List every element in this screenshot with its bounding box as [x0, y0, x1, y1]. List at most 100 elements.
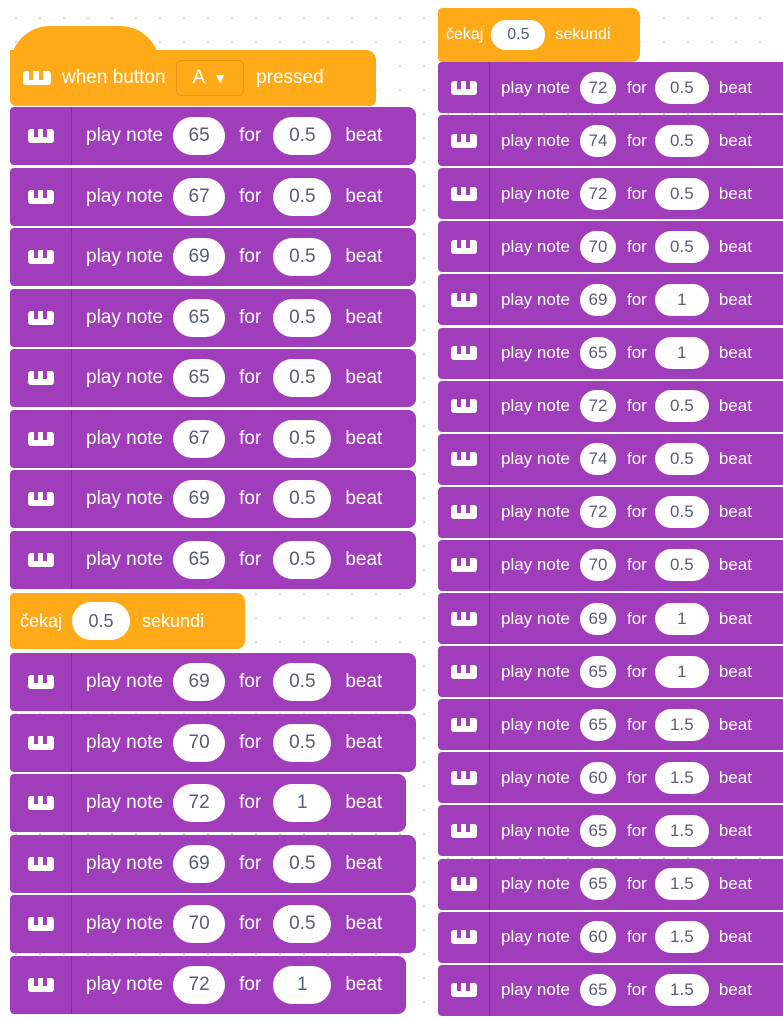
note-input[interactable]: 65	[173, 540, 226, 579]
play-note-block[interactable]: play note 65 for 0.5 beat	[10, 107, 416, 165]
play-note-block[interactable]: play note 72 for 0.5 beat	[438, 168, 783, 220]
note-input[interactable]: 74	[580, 124, 616, 157]
wait-block[interactable]: čekaj 0.5 sekundi	[438, 8, 640, 62]
beats-input[interactable]: 1	[654, 337, 709, 369]
beats-input[interactable]: 0.5	[654, 177, 709, 210]
note-input[interactable]: 69	[580, 602, 616, 635]
play-note-block[interactable]: play note 65 for 1.5 beat	[438, 858, 783, 910]
note-input[interactable]: 72	[580, 177, 616, 210]
play-note-block[interactable]: play note 69 for 0.5 beat	[10, 470, 416, 528]
beats-input[interactable]: 0.5	[273, 419, 332, 458]
note-input[interactable]: 65	[173, 359, 226, 397]
play-note-block[interactable]: play note 69 for 1 beat	[438, 593, 783, 644]
wait-seconds-input[interactable]: 0.5	[72, 602, 131, 640]
beats-input[interactable]: 0.5	[654, 124, 709, 157]
play-note-block[interactable]: play note 70 for 0.5 beat	[10, 895, 416, 953]
beats-input[interactable]: 1.5	[654, 868, 709, 900]
note-input[interactable]: 65	[580, 655, 616, 688]
note-input[interactable]: 60	[580, 761, 616, 794]
beats-input[interactable]: 1.5	[654, 974, 709, 1007]
play-note-block[interactable]: play note 72 for 0.5 beat	[438, 486, 783, 538]
note-input[interactable]: 67	[173, 177, 226, 216]
note-input[interactable]: 69	[173, 844, 226, 883]
beats-input[interactable]: 0.5	[273, 238, 332, 276]
note-input[interactable]: 70	[580, 230, 616, 263]
note-input[interactable]: 70	[173, 723, 226, 762]
play-note-block[interactable]: play note 74 for 0.5 beat	[438, 115, 783, 167]
beats-input[interactable]: 0.5	[273, 177, 332, 216]
button-select-dropdown[interactable]: A ▼	[175, 60, 245, 96]
note-input[interactable]: 67	[173, 419, 226, 458]
beats-input[interactable]: 1.5	[654, 708, 709, 741]
play-note-block[interactable]: play note 67 for 0.5 beat	[10, 409, 416, 468]
beats-input[interactable]: 1.5	[654, 761, 709, 794]
beats-input[interactable]: 0.5	[654, 230, 709, 263]
note-input[interactable]: 65	[173, 298, 226, 337]
note-input[interactable]: 65	[580, 814, 616, 847]
note-input[interactable]: 69	[173, 238, 226, 276]
beats-input[interactable]: 0.5	[273, 540, 332, 579]
beats-input[interactable]: 0.5	[654, 443, 709, 476]
play-note-block[interactable]: play note 72 for 0.5 beat	[438, 62, 783, 113]
play-note-block[interactable]: play note 65 for 0.5 beat	[10, 288, 416, 347]
beats-input[interactable]: 0.5	[273, 844, 332, 883]
note-input[interactable]: 69	[173, 663, 226, 701]
note-input[interactable]: 65	[580, 974, 616, 1007]
beats-input[interactable]: 1	[654, 655, 709, 688]
beats-input[interactable]: 0.5	[273, 723, 332, 762]
when-button-pressed-hat[interactable]: when button A ▼ pressed	[10, 50, 376, 106]
note-input[interactable]: 72	[580, 390, 616, 423]
beats-input[interactable]: 0.5	[273, 905, 332, 943]
play-note-block[interactable]: play note 65 for 1.5 beat	[438, 964, 783, 1016]
note-input[interactable]: 72	[580, 496, 616, 529]
play-note-block[interactable]: play note 60 for 1.5 beat	[438, 911, 783, 963]
play-note-block[interactable]: play note 70 for 0.5 beat	[438, 221, 783, 273]
beats-input[interactable]: 1	[654, 602, 709, 635]
beats-input[interactable]: 1.5	[654, 814, 709, 847]
note-input[interactable]: 65	[580, 868, 616, 900]
note-input[interactable]: 72	[173, 965, 226, 1004]
beats-input[interactable]: 0.5	[654, 390, 709, 423]
note-input[interactable]: 74	[580, 443, 616, 476]
beats-input[interactable]: 0.5	[273, 480, 332, 518]
beats-input[interactable]: 0.5	[654, 71, 709, 104]
play-note-block[interactable]: play note 65 for 1.5 beat	[438, 699, 783, 751]
beats-input[interactable]: 0.5	[273, 663, 332, 701]
note-input[interactable]: 70	[173, 905, 226, 943]
play-note-block[interactable]: play note 65 for 0.5 beat	[10, 530, 416, 589]
play-note-block[interactable]: play note 72 for 1 beat	[10, 955, 406, 1014]
beats-input[interactable]: 1	[273, 784, 332, 822]
play-note-block[interactable]: play note 60 for 1.5 beat	[438, 752, 783, 804]
beats-input[interactable]: 0.5	[654, 549, 709, 582]
play-note-block[interactable]: play note 69 for 0.5 beat	[10, 228, 416, 286]
play-note-block[interactable]: play note 65 for 1 beat	[438, 327, 783, 379]
note-input[interactable]: 65	[580, 337, 616, 369]
play-note-block[interactable]: play note 65 for 1 beat	[438, 646, 783, 698]
beats-input[interactable]: 0.5	[654, 496, 709, 529]
play-note-block[interactable]: play note 70 for 0.5 beat	[438, 539, 783, 591]
beats-input[interactable]: 1	[654, 283, 709, 316]
play-note-block[interactable]: play note 69 for 0.5 beat	[10, 653, 416, 711]
beats-input[interactable]: 1	[273, 965, 332, 1004]
note-input[interactable]: 70	[580, 549, 616, 582]
play-note-block[interactable]: play note 74 for 0.5 beat	[438, 433, 783, 485]
play-note-block[interactable]: play note 65 for 1.5 beat	[438, 805, 783, 857]
beats-input[interactable]: 0.5	[273, 117, 332, 155]
beats-input[interactable]: 1.5	[654, 921, 709, 954]
play-note-block[interactable]: play note 67 for 0.5 beat	[10, 167, 416, 226]
play-note-block[interactable]: play note 72 for 1 beat	[10, 774, 406, 832]
note-input[interactable]: 69	[580, 283, 616, 316]
note-input[interactable]: 60	[580, 921, 616, 954]
play-note-block[interactable]: play note 69 for 1 beat	[438, 274, 783, 326]
note-input[interactable]: 72	[173, 784, 226, 822]
play-note-block[interactable]: play note 65 for 0.5 beat	[10, 349, 416, 407]
play-note-block[interactable]: play note 70 for 0.5 beat	[10, 713, 416, 772]
beats-input[interactable]: 0.5	[273, 359, 332, 397]
note-input[interactable]: 65	[580, 708, 616, 741]
wait-block[interactable]: čekaj 0.5 sekundi	[10, 593, 245, 649]
note-input[interactable]: 72	[580, 71, 616, 104]
beats-input[interactable]: 0.5	[273, 298, 332, 337]
note-input[interactable]: 69	[173, 480, 226, 518]
note-input[interactable]: 65	[173, 117, 226, 155]
play-note-block[interactable]: play note 69 for 0.5 beat	[10, 834, 416, 893]
